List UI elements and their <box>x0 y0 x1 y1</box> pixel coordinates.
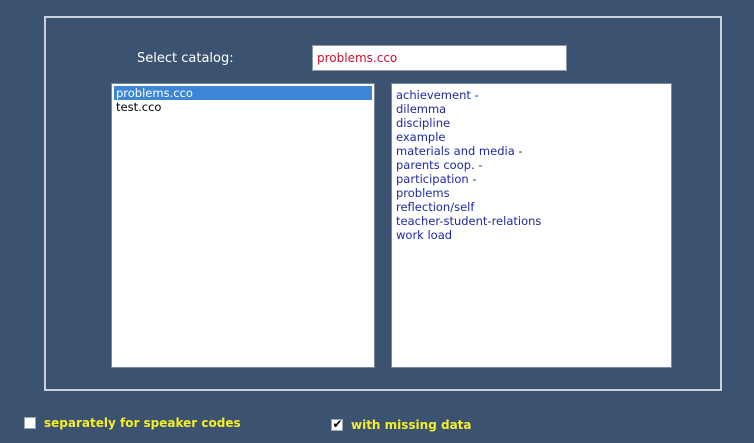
code-list-item[interactable]: reflection/self <box>395 200 668 214</box>
checkmark-icon: ✔ <box>332 417 343 431</box>
code-list-item[interactable]: dilemma <box>395 102 668 116</box>
code-list-item[interactable]: participation - <box>395 172 668 186</box>
speaker-codes-option[interactable]: separately for speaker codes <box>24 416 241 430</box>
catalog-input[interactable] <box>312 45 567 71</box>
select-catalog-label: Select catalog: <box>137 51 234 66</box>
missing-data-label: with missing data <box>351 418 472 432</box>
missing-data-option[interactable]: ✔ with missing data <box>331 417 472 432</box>
code-list-item[interactable]: discipline <box>395 116 668 130</box>
file-list-item-test[interactable]: test.cco <box>114 100 372 114</box>
speaker-codes-checkbox[interactable] <box>24 417 36 429</box>
code-list-item[interactable]: parents coop. - <box>395 158 668 172</box>
code-list-item[interactable]: teacher-student-relations <box>395 214 668 228</box>
code-list-item[interactable]: example <box>395 130 668 144</box>
code-list-item[interactable]: materials and media - <box>395 144 668 158</box>
code-list-item[interactable]: work load <box>395 228 668 242</box>
file-list-item-problems[interactable]: problems.cco <box>114 86 372 100</box>
code-list-item[interactable]: problems <box>395 186 668 200</box>
catalog-file-list[interactable]: problems.cco test.cco <box>111 83 375 368</box>
missing-data-checkbox[interactable]: ✔ <box>331 417 343 431</box>
code-list-item[interactable]: achievement - <box>395 88 668 102</box>
speaker-codes-label: separately for speaker codes <box>44 416 241 430</box>
code-list[interactable]: achievement - dilemma discipline example… <box>391 83 672 368</box>
